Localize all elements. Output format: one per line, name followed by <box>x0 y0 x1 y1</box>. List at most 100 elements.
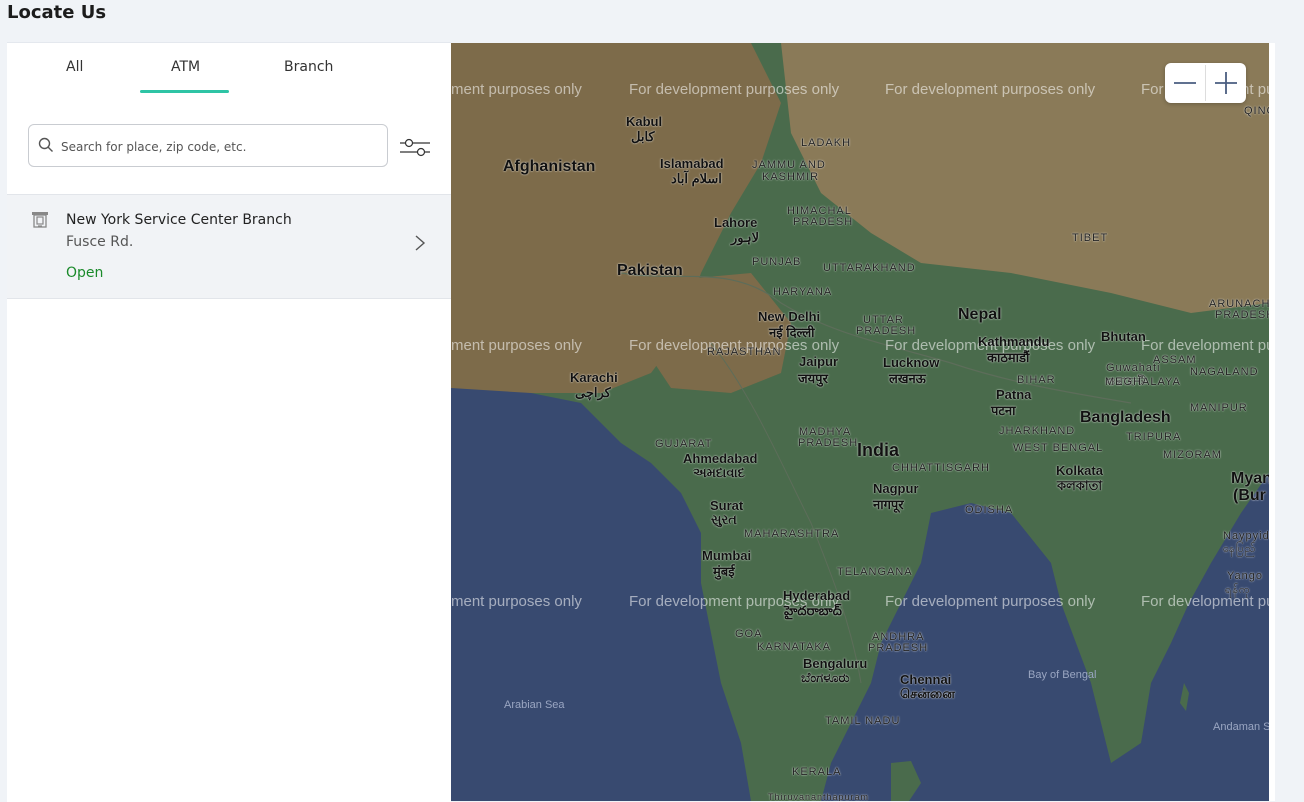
map-label-country: Bangladesh <box>1080 409 1171 426</box>
map-label-country: India <box>857 440 900 460</box>
map-label-city: কলকাতা <box>1057 478 1103 493</box>
map-label-city: Bengaluru <box>803 656 868 671</box>
map-label-city: मुंबई <box>713 564 735 579</box>
page-title: Locate Us <box>7 2 107 23</box>
map-view[interactable]: ment purposes only For development purpo… <box>451 43 1269 801</box>
map-label-region: PRADESH <box>1215 309 1269 321</box>
map-label-region: QING <box>1244 105 1269 117</box>
result-address: Fusce Rd. <box>66 234 134 250</box>
map-label-region: WEST BENGAL <box>1013 442 1104 454</box>
map-label-country: TIBET <box>1072 232 1109 244</box>
result-status: Open <box>66 265 104 281</box>
tab-bar: All ATM Branch <box>7 43 451 95</box>
watermark: ment purposes only <box>451 337 582 354</box>
map-label-city: சென்னை <box>900 686 955 701</box>
search-icon <box>38 137 54 153</box>
map-label-country: Afghanistan <box>503 158 596 175</box>
map-label-city: पटना <box>991 403 1016 418</box>
map-label-city: Kabul <box>626 114 663 129</box>
search-box[interactable] <box>28 124 388 167</box>
search-input[interactable] <box>59 131 383 163</box>
map-label-region: PRADESH <box>868 642 929 654</box>
map-label-city: Lahore <box>714 215 758 230</box>
map-label-city: Patna <box>996 387 1032 402</box>
tab-branch[interactable]: Branch <box>284 59 333 75</box>
branch-icon <box>31 211 49 229</box>
map-label-region: KARNATAKA <box>757 641 831 653</box>
filter-icon[interactable] <box>399 135 431 161</box>
map-label-region: MIZORAM <box>1163 449 1222 461</box>
map-label-city: સુરત <box>711 512 737 527</box>
map-label-region: GUJARAT <box>655 438 713 450</box>
map-label-region: BIHAR <box>1017 374 1056 386</box>
map-label-city: અમદાવાદ <box>693 465 745 480</box>
map-label-region: RAJASTHAN <box>707 346 782 358</box>
map-label-region: NAGALAND <box>1190 366 1259 378</box>
watermark: For development purposes only <box>885 593 1096 610</box>
map-label-city: Kolkata <box>1056 463 1103 478</box>
map-label-region: HARYANA <box>773 286 833 298</box>
map-label-region: UTTARAKHAND <box>823 262 916 274</box>
map-label-region: TRIPURA <box>1126 431 1182 443</box>
map-label-city: Nagpur <box>873 481 919 496</box>
tab-all[interactable]: All <box>66 59 83 75</box>
map-label-sea: Andaman S <box>1213 721 1269 733</box>
map-label-city: नागपूर <box>873 497 904 512</box>
map-label-region: KERALA <box>792 766 842 778</box>
map-label-city: کابل <box>631 129 655 144</box>
zoom-control <box>1165 63 1246 103</box>
map-label-city: لاہور <box>731 230 760 245</box>
map-label-city: Islamabad <box>660 156 724 171</box>
map-label-city: ಬೆಂಗಳೂರು <box>801 670 850 685</box>
map-label-city: Ahmedabad <box>683 451 758 466</box>
map-label-city: Hyderabad <box>783 588 851 603</box>
map-label-city: ရန်ကု <box>1225 584 1251 596</box>
map-label-city: नई दिल्ली <box>769 325 815 340</box>
map-label-city: Kathmandu <box>978 334 1050 349</box>
zoom-in-button[interactable] <box>1206 63 1246 103</box>
map-label-city: Naypyid <box>1223 530 1269 542</box>
watermark: ment purposes only <box>451 593 582 610</box>
map-label-region: MANIPUR <box>1190 402 1248 414</box>
map-label-city: کراچی <box>575 385 611 400</box>
list-item[interactable]: New York Service Center Branch Fusce Rd.… <box>7 194 451 299</box>
map-label-country: (Bur <box>1233 487 1266 504</box>
map-label-city: Thiruvananthapuram <box>768 792 870 801</box>
map-label-region: CHHATTISGARH <box>892 462 990 474</box>
map-label-city: काठमाडौं <box>987 350 1030 365</box>
watermark: For development purposes only <box>885 81 1096 98</box>
map-label-region: JAMMU AND <box>752 159 826 171</box>
map-label-city: New Delhi <box>758 309 821 324</box>
map-label-region: TELANGANA <box>837 566 913 578</box>
map-label-region: KASHMIR <box>762 171 820 183</box>
map-label-region: MEGHALAYA <box>1105 376 1181 388</box>
map-label-region: PUNJAB <box>752 256 802 268</box>
map-label-city: Chennai <box>900 672 952 687</box>
locator-panel: All ATM Branch New York Service Center B… <box>7 42 451 802</box>
chevron-right-icon[interactable] <box>414 234 426 252</box>
map-label-city: Jaipur <box>799 354 839 369</box>
map-label-city: लखनऊ <box>889 371 926 386</box>
map-label-country: Nepal <box>958 306 1002 323</box>
map-label-city: Lucknow <box>883 355 940 370</box>
map-label-city: Yango <box>1227 570 1263 582</box>
map-label-city: Karachi <box>570 370 618 385</box>
tab-atm[interactable]: ATM <box>171 59 200 75</box>
watermark: For development pu <box>1141 337 1269 354</box>
active-tab-indicator <box>140 90 229 93</box>
watermark: For development purposes only <box>629 81 840 98</box>
map-label-region: MAHARASHTRA <box>744 528 840 540</box>
map-label-region: JHARKHAND <box>999 425 1076 437</box>
map-label-region: ODISHA <box>965 504 1014 516</box>
plus-icon <box>1215 72 1237 94</box>
map-label-region: TAMIL NADU <box>825 715 901 727</box>
map-label-region: LADAKH <box>801 137 852 149</box>
map-label-sea: Bay of Bengal <box>1028 669 1097 681</box>
zoom-out-button[interactable] <box>1165 63 1205 103</box>
map-label-city: Mumbai <box>702 548 752 563</box>
map-label-region: ASSAM <box>1153 354 1197 366</box>
map-label-city: Surat <box>710 498 744 513</box>
map-label-city: နေပြည် <box>1223 543 1257 555</box>
minus-icon <box>1174 82 1196 84</box>
map-label-sea: Arabian Sea <box>504 699 565 711</box>
